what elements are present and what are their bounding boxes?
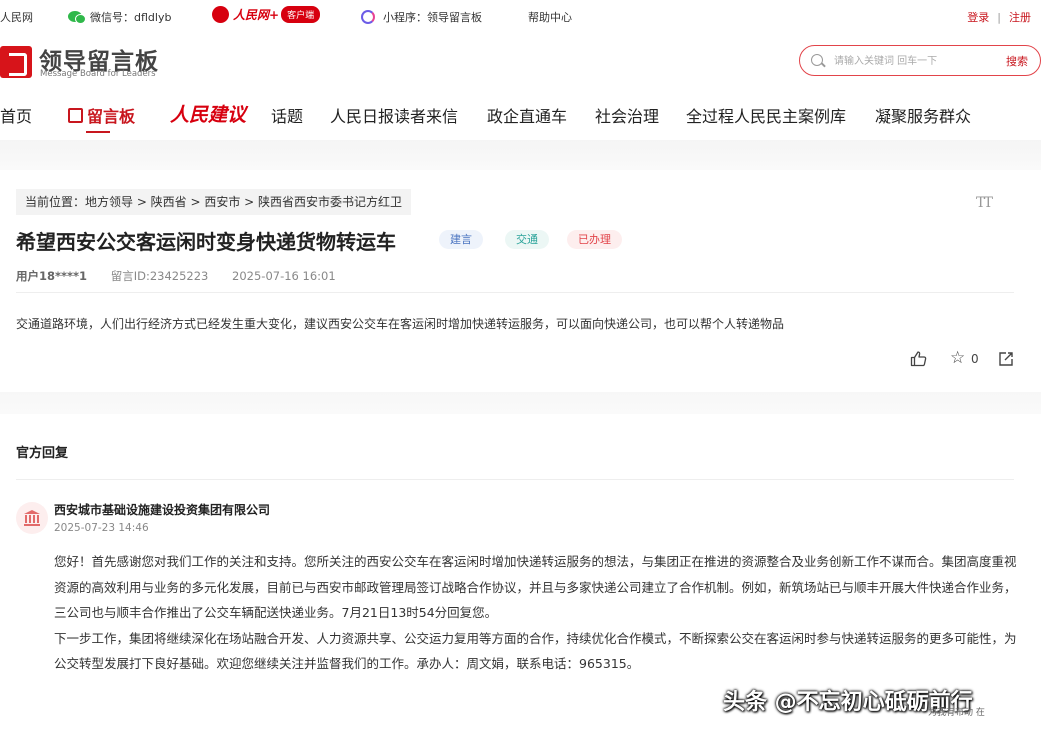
reply-org-name: 西安城市基础设施建设投资集团有限公司 [54, 503, 271, 517]
message-meta: 用户18****1 留言ID:23425223 2025-07-16 16:01 [16, 268, 356, 284]
nav-item-message-board[interactable]: 留言板 [68, 103, 135, 127]
logo-mark-icon [0, 46, 32, 78]
auth-links: 登录 | 注册 [967, 9, 1031, 25]
nav-active-indicator [86, 131, 110, 133]
site-link[interactable]: 人民网 [0, 9, 33, 25]
nav-item-home[interactable]: 首页 [0, 103, 32, 127]
wechat-label: 微信号：dfldlyb [90, 11, 172, 24]
share-icon[interactable] [998, 351, 1014, 367]
rmw-client-link[interactable]: 人民网+ 客户端 [212, 6, 321, 26]
register-link[interactable]: 注册 [1009, 11, 1031, 24]
government-building-icon [24, 510, 40, 526]
search-box: 搜索 [799, 45, 1041, 76]
search-icon [811, 54, 823, 66]
miniprogram-label: 小程序：领导留言板 [383, 11, 482, 24]
main-nav: 首页 留言板 人民建议 话题 人民日报读者来信 政企直通车 社会治理 全过程人民… [0, 95, 1041, 135]
miniprogram-link[interactable]: 小程序：领导留言板 [361, 9, 482, 25]
edit-icon [68, 108, 83, 123]
like-icon[interactable] [910, 350, 927, 367]
breadcrumb[interactable]: 当前位置：地方领导 > 陕西省 > 西安市 > 陕西省西安市委书记方红卫 [16, 189, 412, 215]
reply-date: 2025-07-23 14:46 [54, 522, 149, 534]
top-bar: 人民网 微信号：dfldlyb 人民网+ 客户端 小程序：领导留言板 帮助中心 登… [0, 0, 1041, 32]
reply-content: 您好！首先感谢您对我们工作的关注和支持。您所关注的西安公交车在客运闲时增加快递转… [54, 549, 1020, 677]
message-datetime: 2025-07-16 16:01 [232, 269, 336, 283]
message-id: 留言ID:23425223 [110, 269, 209, 283]
auth-separator: | [997, 11, 1001, 24]
search-input[interactable] [834, 51, 994, 71]
rmw-client-badge: 客户端 [281, 6, 321, 23]
tag-traffic: 交通 [505, 230, 549, 249]
help-center-link[interactable]: 帮助中心 [528, 9, 572, 25]
logo-subtitle: Message Board for Leaders [40, 69, 156, 79]
avatar [16, 502, 48, 534]
rmw-logo-icon [212, 6, 229, 23]
reply-paragraph-1: 您好！首先感谢您对我们工作的关注和支持。您所关注的西安公交车在客运闲时增加快递转… [54, 554, 1017, 620]
favorite-count: 0 [971, 352, 979, 366]
divider [16, 479, 1014, 480]
font-size-icon[interactable]: TT [976, 195, 993, 211]
miniprogram-icon [361, 10, 375, 24]
nav-item-topics[interactable]: 话题 [271, 103, 303, 127]
search-button[interactable]: 搜索 [1006, 53, 1028, 69]
login-link[interactable]: 登录 [967, 11, 989, 24]
reply-paragraph-2: 下一步工作，集团将继续深化在场站融合开发、人力资源共享、公交运力复用等方面的合作… [54, 630, 1017, 672]
status-badge: 已办理 [567, 230, 622, 249]
star-icon[interactable]: ☆ [950, 348, 965, 368]
rmw-logo-text: 人民网+ [233, 8, 280, 22]
tag-suggestion: 建言 [439, 230, 483, 249]
nav-item-serve-masses[interactable]: 凝聚服务群众 [875, 103, 971, 127]
nav-item-people-suggestion[interactable]: 人民建议 [170, 100, 246, 127]
header-divider [0, 140, 1041, 170]
watermark-subtext: 为我有布动 在 [928, 708, 985, 718]
reply-heading: 官方回复 [16, 446, 69, 461]
wechat-info[interactable]: 微信号：dfldlyb [68, 9, 171, 25]
message-user: 用户18****1 [16, 269, 88, 283]
nav-item-democracy-cases[interactable]: 全过程人民民主案例库 [686, 103, 846, 127]
divider [16, 292, 1014, 293]
nav-item-gov-enterprise[interactable]: 政企直通车 [487, 103, 567, 127]
nav-item-social-governance[interactable]: 社会治理 [595, 103, 659, 127]
wechat-icon [68, 11, 86, 24]
nav-item-message-board-label: 留言板 [87, 107, 136, 126]
section-divider [0, 392, 1041, 414]
page-title: 希望西安公交客运闲时变身快递货物转运车 [16, 230, 396, 254]
nav-item-readers-letters[interactable]: 人民日报读者来信 [330, 103, 458, 127]
message-content: 交通道路环境，人们出行经济方式已经发生重大变化，建议西安公交车在客运闲时增加快递… [16, 317, 785, 331]
